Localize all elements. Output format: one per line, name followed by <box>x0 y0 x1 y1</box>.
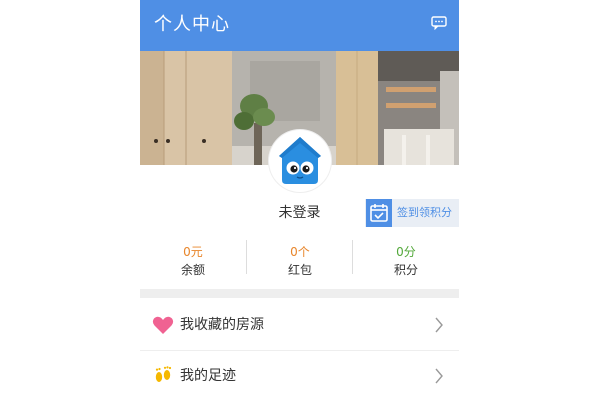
heart-icon <box>152 316 174 334</box>
footprints-icon <box>155 366 172 382</box>
chevron-right-icon <box>435 317 443 333</box>
checkin-label: 签到领积分 <box>397 206 452 219</box>
menu-item-footprints-label: 我的足迹 <box>180 368 236 384</box>
page-title: 个人中心 <box>154 14 230 35</box>
phone-screen: 个人中心 未登录 签到领积分 0元 余额 0个 红包 0分 积分 我收藏的房源 … <box>140 0 459 400</box>
stat-balance-value: 0元 <box>183 245 203 259</box>
stat-points-label: 积分 <box>393 263 418 277</box>
stats-row: 0元 余额 0个 红包 0分 积分 <box>140 238 459 283</box>
stat-redpacket-label: 红包 <box>287 263 312 277</box>
stat-redpacket[interactable]: 0个 红包 <box>247 238 353 283</box>
message-icon[interactable] <box>431 16 447 30</box>
chevron-right-icon <box>435 368 443 384</box>
stat-redpacket-value: 0个 <box>290 245 310 259</box>
stat-balance-label: 余额 <box>180 263 205 277</box>
menu-item-footprints[interactable]: 我的足迹 <box>140 351 459 400</box>
calendar-check-icon <box>370 204 388 222</box>
checkin-icon-box <box>366 199 392 227</box>
app-header: 个人中心 <box>140 0 459 51</box>
checkin-button[interactable]: 签到领积分 <box>365 199 459 227</box>
stat-points[interactable]: 0分 积分 <box>353 238 459 283</box>
stat-points-value: 0分 <box>396 245 416 259</box>
house-mascot-icon <box>279 137 321 184</box>
menu-item-favorites[interactable]: 我收藏的房源 <box>140 300 459 350</box>
stat-balance[interactable]: 0元 余额 <box>140 238 246 283</box>
section-gap <box>140 289 459 298</box>
menu-item-favorites-label: 我收藏的房源 <box>180 317 264 333</box>
avatar[interactable] <box>269 130 331 192</box>
